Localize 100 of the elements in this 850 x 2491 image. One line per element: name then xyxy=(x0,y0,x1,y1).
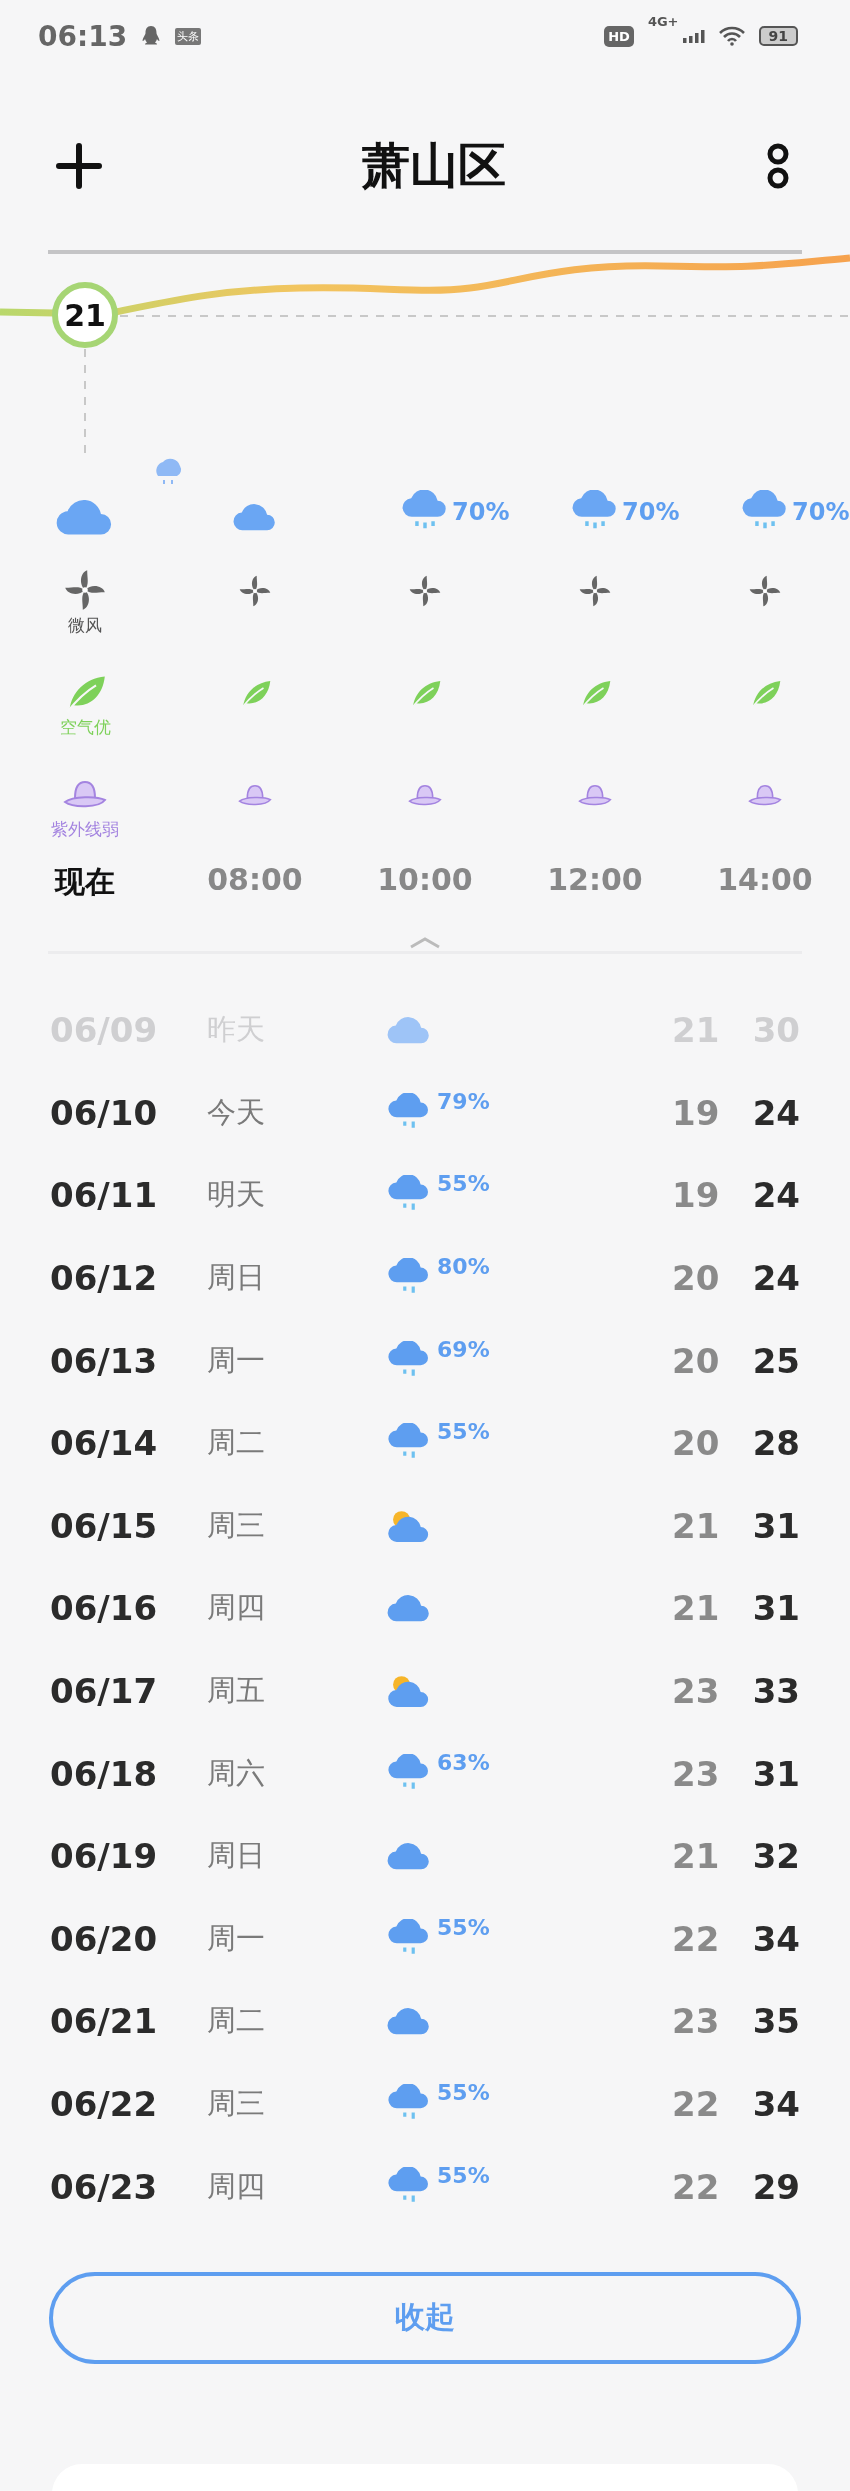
rain-cloud-icon xyxy=(387,1340,431,1379)
weekday-label: 周日 xyxy=(206,1259,266,1297)
city-title: 萧山区 xyxy=(362,136,506,195)
high-temperature: 34 xyxy=(751,1918,800,1959)
precipitation-chance: 55% xyxy=(437,1171,490,1197)
small-rain-icon xyxy=(156,458,182,484)
date-label: 06/13 xyxy=(50,1340,159,1381)
date-label: 06/12 xyxy=(50,1258,159,1299)
cloud-icon xyxy=(387,1593,431,1624)
hour-tab[interactable]: 现在 xyxy=(55,862,115,903)
high-temperature: 32 xyxy=(751,1836,800,1877)
low-temperature: 19 xyxy=(670,1175,720,1216)
rain-cloud-icon xyxy=(387,1092,431,1131)
precipitation-chance: 70% xyxy=(792,498,850,526)
precipitation-chance: 80% xyxy=(437,1254,490,1280)
low-temperature: 21 xyxy=(670,1505,720,1546)
hour-tab[interactable]: 14:00 xyxy=(717,862,813,897)
low-temperature: 19 xyxy=(670,1092,720,1133)
weekday-label: 明天 xyxy=(206,1176,266,1214)
battery-indicator: 91 xyxy=(758,26,798,46)
low-temperature: 22 xyxy=(670,2084,720,2124)
date-label: 06/10 xyxy=(50,1092,159,1133)
precipitation-chance: 70% xyxy=(622,498,680,526)
rain-cloud-icon xyxy=(387,1918,431,1957)
weekday-label: 周二 xyxy=(206,2002,266,2040)
weekday-label: 周一 xyxy=(206,1919,266,1957)
low-temperature: 23 xyxy=(670,1753,720,1794)
date-label: 06/17 xyxy=(50,1671,159,1712)
high-temperature: 31 xyxy=(751,1753,800,1794)
precipitation-chance: 55% xyxy=(437,1914,490,1940)
precipitation-chance: 55% xyxy=(437,2080,490,2105)
precipitation-chance: 69% xyxy=(437,1336,490,1362)
precipitation-chance: 79% xyxy=(437,1088,490,1114)
low-temperature: 20 xyxy=(670,1258,720,1299)
cloud-icon xyxy=(387,1841,431,1872)
air-quality-label: 空气优 xyxy=(59,716,111,739)
high-temperature: 24 xyxy=(751,1175,800,1216)
news-badge: 头条 xyxy=(175,27,202,45)
signal-icon xyxy=(682,29,705,43)
precipitation-chance: 70% xyxy=(452,498,510,526)
rain-cloud-icon xyxy=(387,2166,431,2205)
more-icon[interactable] xyxy=(766,142,790,190)
wind-label: 微风 xyxy=(68,614,102,637)
date-label: 06/11 xyxy=(50,1175,159,1216)
low-temperature: 20 xyxy=(670,1423,720,1464)
high-temperature: 33 xyxy=(751,1671,800,1712)
cloud-icon xyxy=(233,502,277,532)
date-label: 06/20 xyxy=(50,1918,159,1959)
high-temperature: 31 xyxy=(751,1588,800,1629)
precipitation-chance: 55% xyxy=(437,2162,490,2188)
low-temperature: 21 xyxy=(670,1588,720,1629)
low-temperature: 21 xyxy=(670,1836,720,1877)
date-label: 06/19 xyxy=(50,1836,159,1877)
weekday-label: 今天 xyxy=(206,1093,266,1131)
cloud-icon xyxy=(387,1015,431,1046)
high-temperature: 28 xyxy=(751,1423,800,1464)
precipitation-chance: 55% xyxy=(437,1419,490,1445)
low-temperature: 20 xyxy=(670,1340,720,1381)
weekday-label: 周一 xyxy=(206,1341,266,1379)
hour-tab[interactable]: 10:00 xyxy=(377,862,473,897)
weekday-label: 周四 xyxy=(206,1589,266,1627)
collapse-button[interactable]: 收起 xyxy=(49,2271,801,2364)
date-label: 06/16 xyxy=(50,1588,159,1629)
date-label: 06/15 xyxy=(50,1505,159,1546)
date-label: 06/18 xyxy=(50,1753,159,1794)
penguin-icon xyxy=(141,25,162,47)
fan-icon xyxy=(578,574,612,608)
hour-tab[interactable]: 12:00 xyxy=(547,862,643,897)
add-icon[interactable] xyxy=(56,143,102,189)
weekday-label: 周二 xyxy=(206,1424,266,1462)
date-label: 06/14 xyxy=(50,1423,159,1464)
status-time: 06:13 xyxy=(38,19,128,53)
date-label: 06/21 xyxy=(50,2001,159,2042)
cloud-icon xyxy=(387,2006,431,2037)
sun-cloud-icon xyxy=(387,1674,431,1709)
wifi-icon xyxy=(718,26,745,46)
sun-cloud-icon xyxy=(387,1508,431,1543)
high-temperature: 35 xyxy=(751,2001,800,2042)
uv-label: 紫外线弱 xyxy=(51,818,119,841)
high-temperature: 24 xyxy=(751,1092,800,1133)
weekday-label: 周五 xyxy=(206,1672,266,1710)
rain-cloud-icon xyxy=(387,2084,431,2122)
date-label: 06/22 xyxy=(50,2084,159,2124)
high-temperature: 29 xyxy=(751,2166,800,2207)
fan-icon xyxy=(748,574,782,608)
network-label: 4G+ xyxy=(647,14,679,29)
low-temperature: 22 xyxy=(670,1918,720,1959)
cloud-icon xyxy=(56,498,114,536)
weekday-label: 周三 xyxy=(206,2085,266,2122)
hour-tab[interactable]: 08:00 xyxy=(207,862,303,897)
high-temperature: 31 xyxy=(751,1505,800,1546)
fan-icon xyxy=(238,574,272,608)
low-temperature: 22 xyxy=(670,2166,720,2207)
high-temperature: 24 xyxy=(751,1258,800,1299)
weekday-label: 周六 xyxy=(206,1754,266,1792)
weekday-label: 周三 xyxy=(206,1506,266,1544)
date-label: 06/23 xyxy=(50,2166,159,2207)
fan-icon xyxy=(408,574,442,608)
precipitation-chance: 63% xyxy=(437,1749,490,1775)
low-temperature: 23 xyxy=(670,2001,720,2042)
